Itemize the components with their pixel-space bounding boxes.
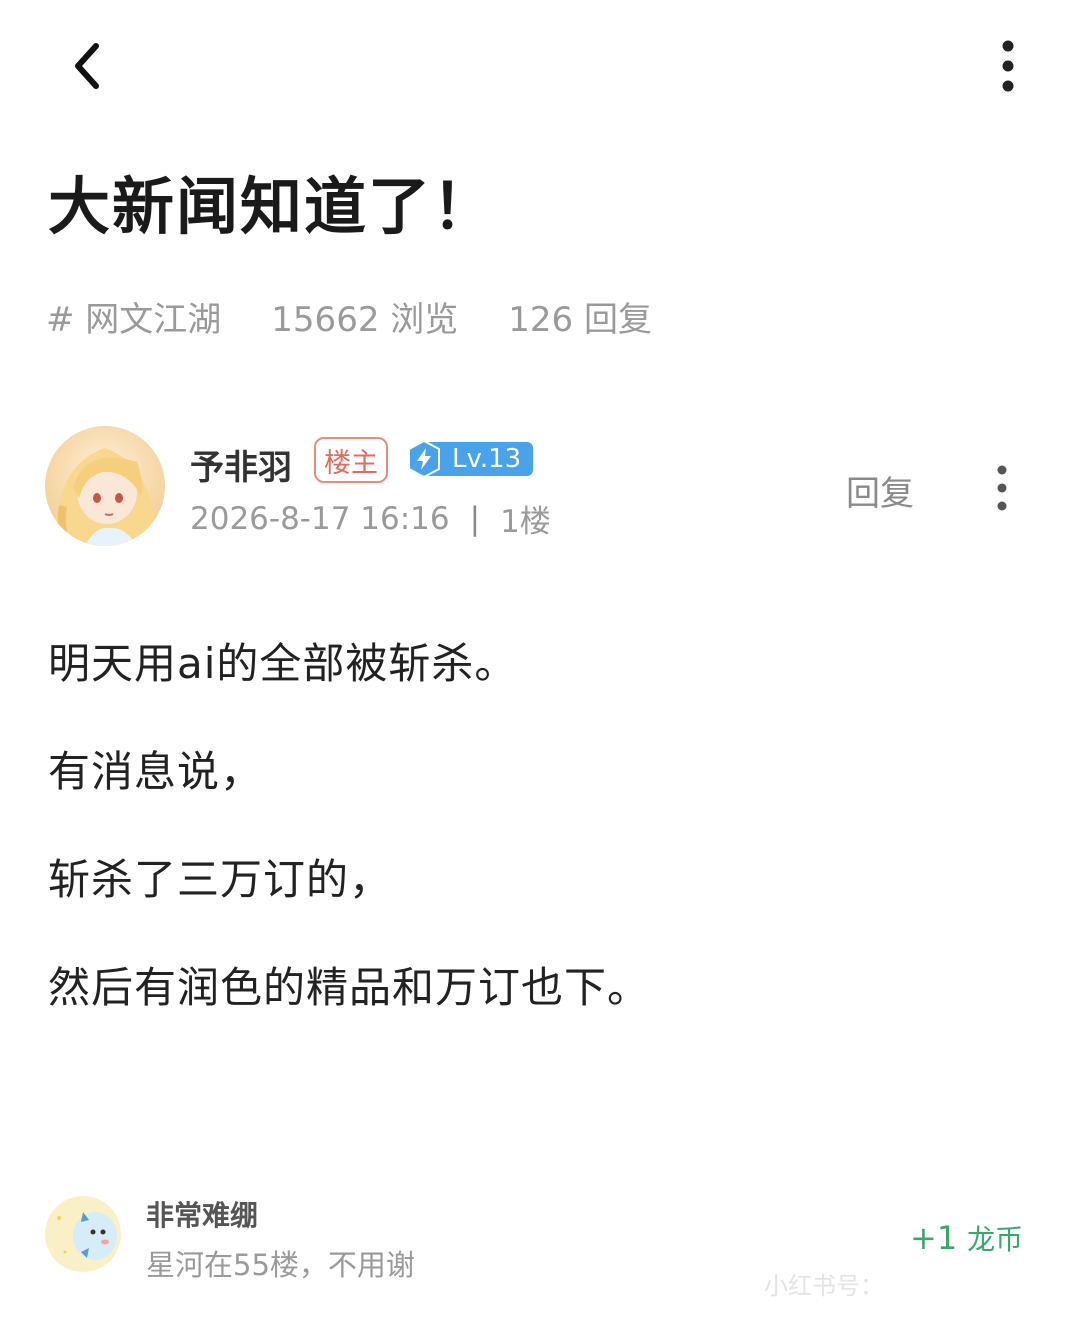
author-name[interactable]: 予非羽 xyxy=(190,440,292,489)
reply-count: 126 回复 xyxy=(508,300,652,340)
level-badge: Lv.13 xyxy=(404,439,534,479)
cartoon-avatar-image xyxy=(45,1196,121,1272)
watermark-text: 小红书号： xyxy=(764,1272,884,1300)
author-avatar[interactable] xyxy=(45,426,165,546)
reply-avatar[interactable] xyxy=(45,1196,121,1272)
chevron-left-icon xyxy=(75,43,99,89)
post-time-floor: 2026-8-17 16:16 | 1楼 xyxy=(190,496,551,541)
reply-button[interactable]: 回复 xyxy=(846,466,914,515)
more-options-button[interactable] xyxy=(978,36,1038,96)
reward-amount: +1 xyxy=(910,1219,958,1257)
anime-girl-avatar-image xyxy=(45,426,165,546)
divider: | xyxy=(469,500,481,537)
post-body-line: 明天用ai的全部被斩杀。 xyxy=(48,639,518,688)
topic-tag[interactable]: # 网文江湖 xyxy=(46,292,221,341)
post-datetime: 2026-8-17 16:16 xyxy=(190,500,450,537)
post-body-line: 有消息说， xyxy=(48,747,264,796)
lightning-badge-icon xyxy=(408,439,440,479)
reward-unit: 龙币 xyxy=(967,1223,1024,1256)
post-body-line: 然后有润色的精品和万订也下。 xyxy=(48,963,651,1012)
reply-content[interactable]: 星河在55楼，不用谢 xyxy=(146,1242,415,1284)
vertical-dots-icon xyxy=(997,465,1007,511)
post-body-line: 斩杀了三万订的， xyxy=(48,855,393,904)
floor-number: 1楼 xyxy=(500,504,551,540)
owner-badge: 楼主 xyxy=(314,437,388,483)
view-count: 15662 浏览 xyxy=(271,300,459,340)
vertical-dots-icon xyxy=(1002,40,1014,92)
floor-more-button[interactable] xyxy=(978,458,1026,518)
post-title: 大新闻知道了！ xyxy=(48,170,497,243)
reply-author-name[interactable]: 非常难绷 xyxy=(146,1194,258,1234)
reward-coin-button[interactable]: +1 龙币 xyxy=(910,1218,1023,1258)
post-meta: # 网文江湖 15662 浏览 126 回复 xyxy=(46,292,652,341)
back-button[interactable] xyxy=(56,36,116,96)
